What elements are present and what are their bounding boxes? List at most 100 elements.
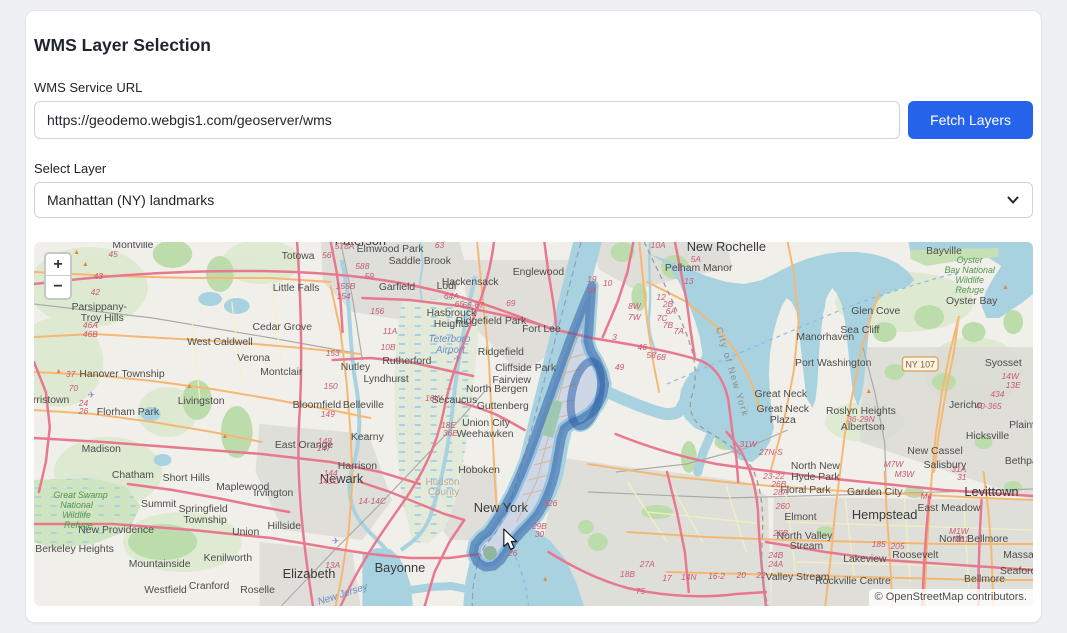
map-label: Garfield <box>379 282 416 293</box>
map-label: Kearny <box>351 432 385 443</box>
map-label: Totowa <box>282 251 315 262</box>
map-label: 588 <box>355 261 369 271</box>
airport-icon: ✈ <box>88 390 96 400</box>
map-label: 11A <box>383 326 398 336</box>
map-label: Weehawken <box>457 429 514 440</box>
map-label: Parsippany- <box>72 302 128 313</box>
map-label: Cliffside Park <box>495 363 557 374</box>
map-label: Hicksville <box>966 431 1009 442</box>
map-label: Teterboro <box>428 334 470 345</box>
map-label: Lakeview <box>843 554 887 565</box>
map-label: National <box>60 500 94 510</box>
wms-panel: WMS Layer Selection WMS Service URL Fetc… <box>25 10 1042 623</box>
map-label: West Caldwell <box>187 337 253 348</box>
page-title: WMS Layer Selection <box>34 35 1033 56</box>
map-label: 149 <box>321 409 335 419</box>
url-label: WMS Service URL <box>34 80 1033 95</box>
svg-text:▲: ▲ <box>865 388 872 395</box>
map-container: ✈ ✈ ✈ ▲▲▲ ▲▲▲ ▲▲ NY 107 PatersonTotowaEl… <box>34 242 1033 606</box>
map-label: Bethpage <box>1005 456 1033 467</box>
map-label: 42 <box>91 287 101 297</box>
map-label: Stream <box>790 541 823 552</box>
svg-text:▲: ▲ <box>82 261 89 268</box>
map-label: Massapequa <box>1003 550 1033 561</box>
map-label: 150 <box>324 381 338 391</box>
map-label: Refuge <box>955 285 984 295</box>
attribution-copyright: © <box>875 591 886 603</box>
map-label: Roosevelt <box>892 550 938 561</box>
map-label: 5A <box>691 254 702 264</box>
map-label: 13E <box>1006 380 1021 390</box>
svg-text:▲: ▲ <box>55 368 62 375</box>
map-label: 13 <box>684 276 694 286</box>
map-label: Hanover Township <box>79 369 164 380</box>
map-label: 3 <box>612 332 617 342</box>
map-label: 49 <box>615 362 625 372</box>
svg-text:NY 107: NY 107 <box>905 359 935 369</box>
map-label: 16W <box>425 393 443 403</box>
map-label: East Meadow <box>917 503 980 514</box>
map-label: 69 <box>506 298 516 308</box>
map-label: 70 <box>69 383 79 393</box>
map-label: 27A <box>639 559 655 569</box>
map-label: 7A <box>674 326 685 336</box>
map-label: Cranford <box>189 581 230 592</box>
map-attribution: © OpenStreetMap contributors. <box>869 589 1033 606</box>
map-label: 10A <box>651 242 666 250</box>
map-label: M61 <box>953 534 969 544</box>
map-label: 37 <box>66 369 76 379</box>
road-shield: NY 107 <box>902 357 938 371</box>
map-label: 434 <box>990 389 1004 399</box>
map-label: M4 <box>920 491 932 501</box>
fetch-layers-button[interactable]: Fetch Layers <box>908 101 1033 139</box>
svg-text:▲: ▲ <box>186 383 193 390</box>
map-label: 28A <box>772 487 788 497</box>
map-label: 20 <box>736 570 747 580</box>
map-label: 40-365 <box>975 401 1001 411</box>
map-label: Irvington <box>253 488 293 499</box>
map-label: Bay National <box>944 265 995 275</box>
osm-attribution-link[interactable]: OpenStreetMap <box>886 591 964 603</box>
layer-select[interactable]: Manhattan (NY) landmarks <box>34 182 1033 218</box>
map-canvas[interactable]: ✈ ✈ ✈ ▲▲▲ ▲▲▲ ▲▲ NY 107 PatersonTotowaEl… <box>34 242 1033 606</box>
map-label: New Rochelle <box>687 242 766 254</box>
map-label: 26 <box>507 548 518 558</box>
layer-select-value: Manhattan (NY) landmarks <box>47 192 214 208</box>
map-label: Little Falls <box>273 283 320 294</box>
map-label: 66-67 <box>462 300 484 310</box>
map-label: Levittown <box>964 484 1018 499</box>
map-label: 10 <box>603 278 613 288</box>
map-label: Berkeley Heights <box>35 544 113 555</box>
map-label: M3W <box>895 469 916 479</box>
svg-text:▲: ▲ <box>221 433 228 440</box>
map-label: Hoboken <box>458 465 500 476</box>
map-label: Union City <box>462 418 511 429</box>
zoom-out-button[interactable]: − <box>46 276 70 298</box>
wms-url-input[interactable] <box>34 101 900 139</box>
map-label: Montville <box>112 242 153 251</box>
map-label: 18B <box>620 569 635 579</box>
map-label: Syosset <box>985 358 1022 369</box>
airport-icon: ✈ <box>332 536 340 546</box>
map-label: Valley Stream <box>766 572 830 583</box>
map-label: Summit <box>141 499 176 510</box>
map-label: Great Neck <box>757 404 810 415</box>
map-label: 326 <box>543 498 557 508</box>
map-label: North New <box>791 461 840 472</box>
zoom-in-button[interactable]: + <box>46 254 70 276</box>
map-label: Saddle Brook <box>389 256 452 267</box>
chevron-down-icon <box>1006 193 1020 210</box>
map-label: Garden City <box>847 487 903 498</box>
map-label: North Bergen <box>466 384 528 395</box>
map-label: 16-2 <box>708 571 725 581</box>
layer-label: Select Layer <box>34 161 1033 176</box>
map-label: 143C <box>319 476 340 486</box>
map-label: Great Swamp <box>53 490 107 500</box>
map-label: 59 <box>365 271 375 281</box>
map-label: New Cassel <box>907 446 962 457</box>
map-label: 26 <box>78 406 89 416</box>
map-label: 260 <box>775 501 790 511</box>
map-label: Elmont <box>784 512 816 523</box>
map-label: Seaford <box>1000 566 1033 577</box>
map-label: Cedar Grove <box>253 322 313 333</box>
